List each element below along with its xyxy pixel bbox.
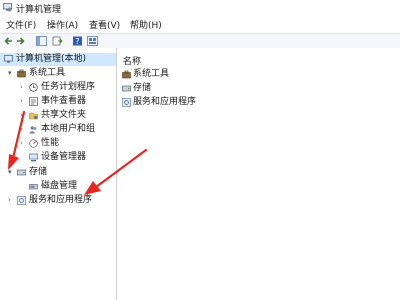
export-list-icon[interactable] bbox=[52, 36, 63, 46]
tree-label: 计算机管理(本地) bbox=[16, 54, 87, 64]
menu-help[interactable]: 帮助(H) bbox=[130, 18, 162, 31]
tree-item-event-viewer[interactable]: › 事件查看器 bbox=[0, 95, 116, 108]
tree-label: 存储 bbox=[29, 167, 48, 177]
storage-icon bbox=[17, 169, 26, 176]
services-icon bbox=[17, 196, 26, 205]
help-icon[interactable]: ? bbox=[72, 36, 83, 46]
users-icon bbox=[29, 126, 37, 134]
storage-icon bbox=[122, 85, 131, 92]
tree-item-computer-management[interactable]: 计算机管理(本地) bbox=[0, 53, 116, 66]
tree-item-task-scheduler[interactable]: › 任务计划程序 bbox=[0, 81, 116, 94]
tree-label: 性能 bbox=[41, 138, 60, 148]
show-hide-tree-icon[interactable] bbox=[36, 36, 47, 46]
tree-item-disk-management[interactable]: 磁盘管理 bbox=[0, 180, 116, 193]
collapsed-caret-icon[interactable]: › bbox=[20, 109, 26, 122]
tree-item-services-apps[interactable]: › 服务和应用程序 bbox=[0, 194, 116, 207]
event-viewer-icon bbox=[29, 97, 38, 106]
tree-item-local-users-groups[interactable]: › 本地用户和组 bbox=[0, 123, 116, 136]
list-item-label: 系统工具 bbox=[133, 69, 170, 79]
navigation-tree: 计算机管理(本地) ▾ 系统工具 › 任务计划程序 › 事件查看器 › 共享文件… bbox=[0, 48, 117, 300]
tree-item-storage[interactable]: ▾ 存储 bbox=[0, 166, 116, 179]
tree-item-shared-folders[interactable]: › 共享文件夹 bbox=[0, 109, 116, 122]
list-item-label: 存储 bbox=[133, 83, 152, 93]
collapsed-caret-icon[interactable]: › bbox=[20, 137, 26, 150]
details-pane: 名称 系统工具 存储 服务和应用程序 bbox=[117, 48, 400, 300]
services-icon bbox=[122, 98, 131, 107]
collapsed-caret-icon[interactable]: › bbox=[20, 81, 26, 94]
window-title: 计算机管理 bbox=[16, 5, 62, 15]
forward-arrow-icon[interactable] bbox=[15, 36, 26, 46]
disk-management-icon bbox=[29, 184, 38, 190]
title-bar: 计算机管理 bbox=[0, 0, 400, 16]
column-header-name[interactable]: 名称 bbox=[123, 54, 141, 67]
tree-label: 设备管理器 bbox=[41, 152, 87, 162]
list-item-label: 服务和应用程序 bbox=[133, 97, 197, 107]
computer-management-icon bbox=[3, 3, 12, 12]
menu-bar: 文件(F) 操作(A) 查看(V) 帮助(H) bbox=[0, 17, 400, 32]
properties-icon[interactable] bbox=[87, 36, 98, 46]
toolbar: ? bbox=[0, 33, 400, 49]
tree-label: 事件查看器 bbox=[41, 96, 87, 106]
expanded-caret-icon[interactable]: ▾ bbox=[8, 166, 14, 179]
clock-icon bbox=[29, 83, 38, 92]
tree-item-system-tools[interactable]: ▾ 系统工具 bbox=[0, 67, 116, 80]
back-arrow-icon[interactable] bbox=[3, 36, 14, 46]
collapsed-caret-icon[interactable]: › bbox=[20, 95, 26, 108]
tree-label: 磁盘管理 bbox=[41, 181, 78, 191]
tree-label: 系统工具 bbox=[29, 68, 66, 78]
toolbox-icon bbox=[17, 69, 26, 78]
device-manager-icon bbox=[29, 153, 38, 162]
collapsed-caret-icon[interactable]: › bbox=[20, 123, 26, 136]
tree-item-performance[interactable]: › 性能 bbox=[0, 137, 116, 150]
computer-management-icon bbox=[4, 55, 13, 63]
tree-label: 任务计划程序 bbox=[41, 82, 96, 92]
tree-label: 服务和应用程序 bbox=[29, 195, 93, 205]
shared-folder-icon bbox=[29, 112, 38, 120]
performance-icon bbox=[29, 139, 38, 148]
expanded-caret-icon[interactable]: ▾ bbox=[8, 67, 14, 80]
tree-label: 共享文件夹 bbox=[41, 110, 87, 120]
menu-file[interactable]: 文件(F) bbox=[6, 18, 36, 31]
menu-view[interactable]: 查看(V) bbox=[89, 18, 120, 31]
tree-item-device-manager[interactable]: 设备管理器 bbox=[0, 151, 116, 164]
collapsed-caret-icon[interactable]: › bbox=[8, 194, 14, 207]
toolbox-icon bbox=[122, 70, 131, 79]
tree-label: 本地用户和组 bbox=[41, 124, 96, 134]
svg-text:?: ? bbox=[75, 37, 79, 46]
menu-action[interactable]: 操作(A) bbox=[47, 18, 78, 31]
